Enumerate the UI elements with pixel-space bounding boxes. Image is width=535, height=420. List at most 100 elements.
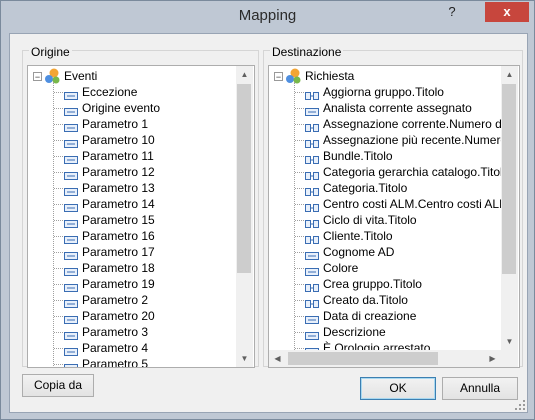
source-tree-item-label: Parametro 11: [82, 149, 154, 163]
field-icon: [64, 216, 78, 232]
scroll-up-arrow-icon[interactable]: ▲: [236, 66, 253, 83]
destination-tree-item-label: Cognome AD: [323, 245, 395, 259]
field-icon: [305, 312, 319, 328]
destination-tree-item-label: Colore: [323, 261, 359, 275]
tree-connector-line: [295, 332, 304, 333]
reference-field-icon: [305, 120, 319, 136]
tree-connector-line: [295, 252, 304, 253]
tree-connector-line: [295, 204, 304, 205]
collapse-icon[interactable]: −: [274, 72, 283, 82]
field-icon: [64, 328, 78, 344]
destination-tree-item-label: Aggiorna gruppo.Titolo: [323, 85, 444, 99]
destination-tree-item-label: Bundle.Titolo: [323, 149, 393, 163]
tree-connector-line: [295, 236, 304, 237]
destination-tree-item-label: Cliente.Titolo: [323, 229, 393, 243]
tree-connector-line: [54, 220, 63, 221]
tree-connector-line: [54, 140, 63, 141]
horizontal-scroll-thumb[interactable]: [288, 352, 438, 365]
destination-tree-item-label: Creato da.Titolo: [323, 293, 408, 307]
tree-connector-line: [295, 268, 304, 269]
tree-connector-line: [295, 316, 304, 317]
destination-tree-item-label: Crea gruppo.Titolo: [323, 277, 422, 291]
destination-horizontal-scrollbar[interactable]: ◀ ▶: [269, 350, 501, 367]
field-icon: [64, 248, 78, 264]
source-root-label: Eventi: [64, 69, 98, 83]
reference-field-icon: [305, 216, 319, 232]
source-tree-item-label: Parametro 1: [82, 117, 149, 131]
tree-connector-line: [295, 284, 304, 285]
source-tree-item-label: Origine evento: [82, 101, 161, 115]
scroll-down-arrow-icon[interactable]: ▼: [501, 333, 518, 350]
field-icon: [305, 248, 319, 264]
tree-connector-line: [295, 92, 304, 93]
source-group: Origine − Eventi Eccezione Origine evento Pa…: [22, 45, 259, 368]
tree-connector-line: [295, 300, 304, 301]
source-tree-item-label: Parametro 14: [82, 197, 155, 211]
field-icon: [64, 344, 78, 360]
source-tree[interactable]: − Eventi Eccezione Origine evento Parametro …: [27, 65, 255, 368]
destination-tree-item-label: Centro costi ALM.Centro costi ALM: [323, 197, 510, 211]
tree-connector-line: [54, 188, 63, 189]
tree-connector-line: [295, 172, 304, 173]
tree-connector-line: [295, 220, 304, 221]
tree-connector-line: [54, 332, 63, 333]
source-tree-item-label: Parametro 19: [82, 277, 155, 291]
close-button[interactable]: x: [485, 2, 529, 22]
source-group-label: Origine: [29, 45, 72, 59]
destination-tree-item-label: Data di creazione: [323, 309, 417, 323]
field-icon: [64, 280, 78, 296]
help-button[interactable]: ?: [437, 2, 467, 22]
field-icon: [64, 296, 78, 312]
ok-button[interactable]: OK: [360, 377, 436, 400]
tree-connector-line: [54, 284, 63, 285]
destination-tree[interactable]: − Richiesta Aggiorna gruppo.Titolo Analista…: [268, 65, 520, 368]
mapping-dialog: Mapping ? x Origine − Eventi Eccezione Orig…: [0, 0, 535, 420]
source-tree-item-label: Parametro 18: [82, 261, 155, 275]
destination-tree-item-label: Categoria.Titolo: [323, 181, 408, 195]
source-tree-item-label: Parametro 4: [82, 341, 149, 355]
reference-field-icon: [305, 296, 319, 312]
tree-connector-line: [54, 124, 63, 125]
tree-connector-line: [54, 172, 63, 173]
destination-vertical-scrollbar[interactable]: ▲ ▼: [501, 66, 518, 350]
tree-connector-line: [54, 252, 63, 253]
destination-group: Destinazione − Richiesta Aggiorna gruppo.T…: [263, 45, 523, 368]
field-icon: [64, 200, 78, 216]
source-tree-item-label: Parametro 17: [82, 245, 155, 259]
tree-connector-line: [295, 348, 304, 349]
source-tree-item-label: Parametro 3: [82, 325, 149, 339]
destination-tree-item-label: Assegnazione più recente.Numero s: [323, 133, 517, 147]
field-icon: [64, 232, 78, 248]
tree-connector-line: [54, 348, 63, 349]
field-icon: [305, 264, 319, 280]
field-icon: [64, 152, 78, 168]
title-bar[interactable]: Mapping ? x: [1, 1, 534, 33]
reference-field-icon: [305, 280, 319, 296]
reference-field-icon: [305, 136, 319, 152]
tree-connector-line: [295, 108, 304, 109]
tree-connector-line: [295, 188, 304, 189]
scroll-up-arrow-icon[interactable]: ▲: [501, 66, 518, 83]
tree-connector-line: [54, 300, 63, 301]
reference-field-icon: [305, 184, 319, 200]
tree-connector-line: [295, 156, 304, 157]
scroll-right-arrow-icon[interactable]: ▶: [484, 350, 501, 367]
field-icon: [64, 360, 78, 367]
destination-group-label: Destinazione: [270, 45, 344, 59]
source-vertical-scrollbar[interactable]: ▲ ▼: [236, 66, 253, 367]
cancel-button[interactable]: Annulla: [442, 377, 518, 400]
field-icon: [64, 168, 78, 184]
field-icon: [64, 104, 78, 120]
field-icon: [64, 264, 78, 280]
collapse-icon[interactable]: −: [33, 72, 42, 82]
scroll-thumb[interactable]: [502, 84, 516, 274]
source-tree-item-label: Parametro 12: [82, 165, 155, 179]
copy-from-button[interactable]: Copia da: [22, 374, 94, 397]
tree-connector-line: [54, 204, 63, 205]
scroll-thumb[interactable]: [237, 84, 251, 273]
field-icon: [305, 104, 319, 120]
scroll-down-arrow-icon[interactable]: ▼: [236, 350, 253, 367]
destination-root-label: Richiesta: [305, 69, 355, 83]
scroll-left-arrow-icon[interactable]: ◀: [269, 350, 286, 367]
resize-grip-icon[interactable]: [515, 400, 525, 410]
